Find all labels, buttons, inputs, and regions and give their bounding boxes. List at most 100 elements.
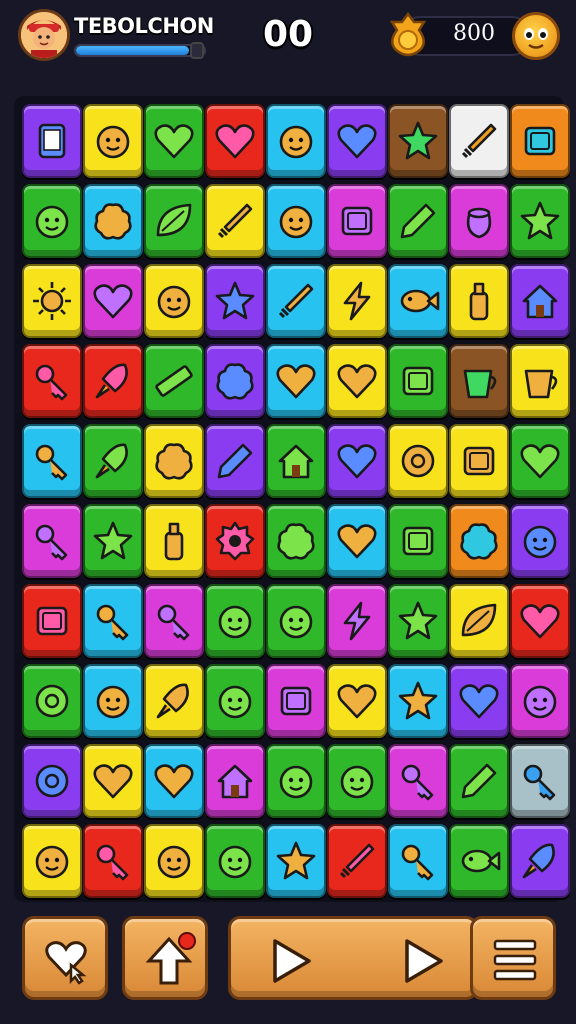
tile-key[interactable] — [388, 824, 448, 898]
tile-face[interactable] — [205, 824, 265, 898]
tile-heart[interactable] — [83, 264, 143, 338]
tile-face[interactable] — [510, 664, 570, 738]
tile-heart[interactable] — [449, 664, 509, 738]
tile-star[interactable] — [388, 104, 448, 178]
tile-pot[interactable] — [449, 184, 509, 258]
blob-icon — [94, 203, 132, 240]
tile-fish[interactable] — [449, 824, 509, 898]
tile-heart[interactable] — [144, 744, 204, 818]
tile-pencil[interactable] — [449, 744, 509, 818]
play-button[interactable] — [228, 916, 478, 1000]
face-menu-icon[interactable] — [512, 12, 560, 60]
tile-leaf[interactable] — [449, 584, 509, 658]
tile-face[interactable] — [144, 264, 204, 338]
tile-box[interactable] — [388, 504, 448, 578]
tile-heart[interactable] — [83, 744, 143, 818]
tile-face[interactable] — [83, 104, 143, 178]
tile-heart[interactable] — [327, 424, 387, 498]
tile-box[interactable] — [266, 664, 326, 738]
tile-star[interactable] — [388, 664, 448, 738]
tile-key[interactable] — [510, 744, 570, 818]
tile-key[interactable] — [22, 504, 82, 578]
tile-face[interactable] — [83, 664, 143, 738]
tile-face[interactable] — [266, 744, 326, 818]
tile-blob[interactable] — [449, 504, 509, 578]
pencil-icon — [461, 763, 497, 799]
tile-sword[interactable] — [449, 104, 509, 178]
tile-star[interactable] — [205, 264, 265, 338]
tile-box[interactable] — [388, 344, 448, 418]
tile-house[interactable] — [205, 744, 265, 818]
tile-rocket[interactable] — [144, 664, 204, 738]
tile-circle[interactable] — [22, 744, 82, 818]
tile-phone[interactable] — [22, 104, 82, 178]
tile-pencil[interactable] — [205, 424, 265, 498]
tile-blob[interactable] — [83, 184, 143, 258]
tile-cup[interactable] — [449, 344, 509, 418]
tile-key[interactable] — [22, 344, 82, 418]
tile-star[interactable] — [266, 824, 326, 898]
tile-box[interactable] — [327, 184, 387, 258]
tile-face[interactable] — [266, 584, 326, 658]
tile-house[interactable] — [510, 264, 570, 338]
tile-star[interactable] — [388, 584, 448, 658]
tile-heart[interactable] — [144, 104, 204, 178]
tile-face[interactable] — [266, 104, 326, 178]
tile-sword[interactable] — [205, 184, 265, 258]
menu-button[interactable] — [470, 916, 556, 1000]
tile-face[interactable] — [22, 824, 82, 898]
tile-pencil[interactable] — [388, 184, 448, 258]
tile-sword[interactable] — [327, 824, 387, 898]
tile-house[interactable] — [266, 424, 326, 498]
tile-box[interactable] — [510, 104, 570, 178]
tile-face[interactable] — [266, 184, 326, 258]
tile-face[interactable] — [205, 584, 265, 658]
tile-cup[interactable] — [510, 344, 570, 418]
tile-ruler[interactable] — [144, 344, 204, 418]
tile-key[interactable] — [83, 824, 143, 898]
tile-face[interactable] — [327, 744, 387, 818]
tile-circle[interactable] — [22, 664, 82, 738]
tile-bottle[interactable] — [449, 264, 509, 338]
tile-key[interactable] — [22, 424, 82, 498]
tile-face[interactable] — [205, 664, 265, 738]
tile-rocket[interactable] — [83, 424, 143, 498]
tile-heart[interactable] — [510, 424, 570, 498]
tile-bolt[interactable] — [327, 264, 387, 338]
tile-heart[interactable] — [205, 104, 265, 178]
tile-leaf[interactable] — [144, 184, 204, 258]
tile-box[interactable] — [449, 424, 509, 498]
tile-bottle[interactable] — [144, 504, 204, 578]
tile-heart[interactable] — [266, 344, 326, 418]
tile-key[interactable] — [144, 584, 204, 658]
tile-key[interactable] — [388, 744, 448, 818]
tile-heart[interactable] — [327, 504, 387, 578]
tile-face[interactable] — [144, 824, 204, 898]
tile-face[interactable] — [22, 184, 82, 258]
tile-rocket[interactable] — [83, 344, 143, 418]
tile-key[interactable] — [83, 584, 143, 658]
tile-box[interactable] — [22, 584, 82, 658]
tile-heart[interactable] — [327, 664, 387, 738]
tile-star[interactable] — [510, 184, 570, 258]
shuffle-button[interactable] — [122, 916, 208, 1000]
face-icon — [279, 125, 313, 159]
tile-fish[interactable] — [388, 264, 448, 338]
tile-gear[interactable] — [205, 504, 265, 578]
box-icon — [341, 206, 373, 236]
tile-blob[interactable] — [205, 344, 265, 418]
tile-heart[interactable] — [327, 104, 387, 178]
player-avatar[interactable] — [18, 9, 70, 61]
tile-sun[interactable] — [22, 264, 82, 338]
tile-rocket[interactable] — [510, 824, 570, 898]
tile-sword[interactable] — [266, 264, 326, 338]
tile-circle[interactable] — [388, 424, 448, 498]
tile-blob[interactable] — [266, 504, 326, 578]
tile-star[interactable] — [83, 504, 143, 578]
tile-face[interactable] — [510, 504, 570, 578]
tile-blob[interactable] — [144, 424, 204, 498]
hint-button[interactable] — [22, 916, 108, 1000]
tile-heart[interactable] — [510, 584, 570, 658]
tile-heart[interactable] — [327, 344, 387, 418]
tile-bolt[interactable] — [327, 584, 387, 658]
